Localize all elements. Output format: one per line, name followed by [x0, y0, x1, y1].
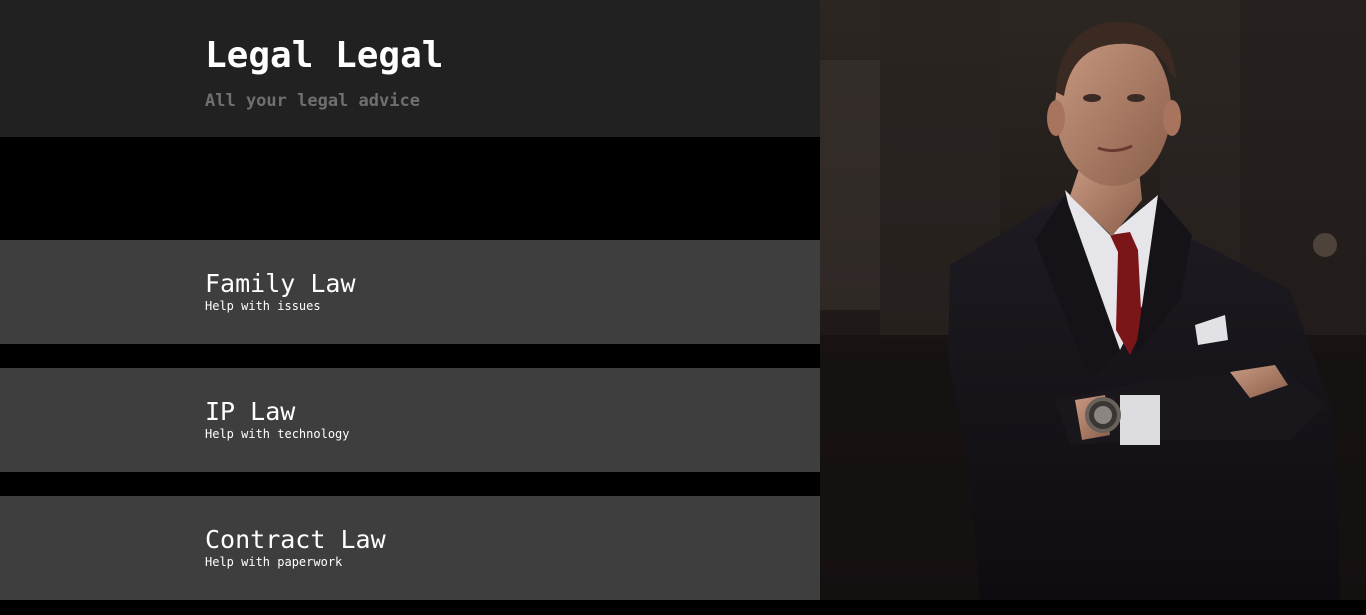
site-header: Legal Legal All your legal advice — [0, 0, 820, 137]
service-title: Contract Law — [205, 525, 386, 554]
left-column: Legal Legal All your legal advice Family… — [0, 0, 820, 615]
site-title: Legal Legal — [205, 35, 444, 76]
service-card-family-law[interactable]: Family Law Help with issues — [0, 240, 820, 344]
page: Legal Legal All your legal advice Family… — [0, 0, 1366, 615]
service-card-ip-law[interactable]: IP Law Help with technology — [0, 368, 820, 472]
service-description: Help with issues — [205, 299, 321, 313]
lawyer-portrait-photo — [820, 0, 1366, 600]
service-card-contract-law[interactable]: Contract Law Help with paperwork — [0, 496, 820, 600]
service-description: Help with technology — [205, 427, 350, 441]
site-subtitle: All your legal advice — [205, 91, 420, 111]
service-title: IP Law — [205, 397, 296, 426]
service-description: Help with paperwork — [205, 555, 343, 569]
service-title: Family Law — [205, 269, 356, 298]
